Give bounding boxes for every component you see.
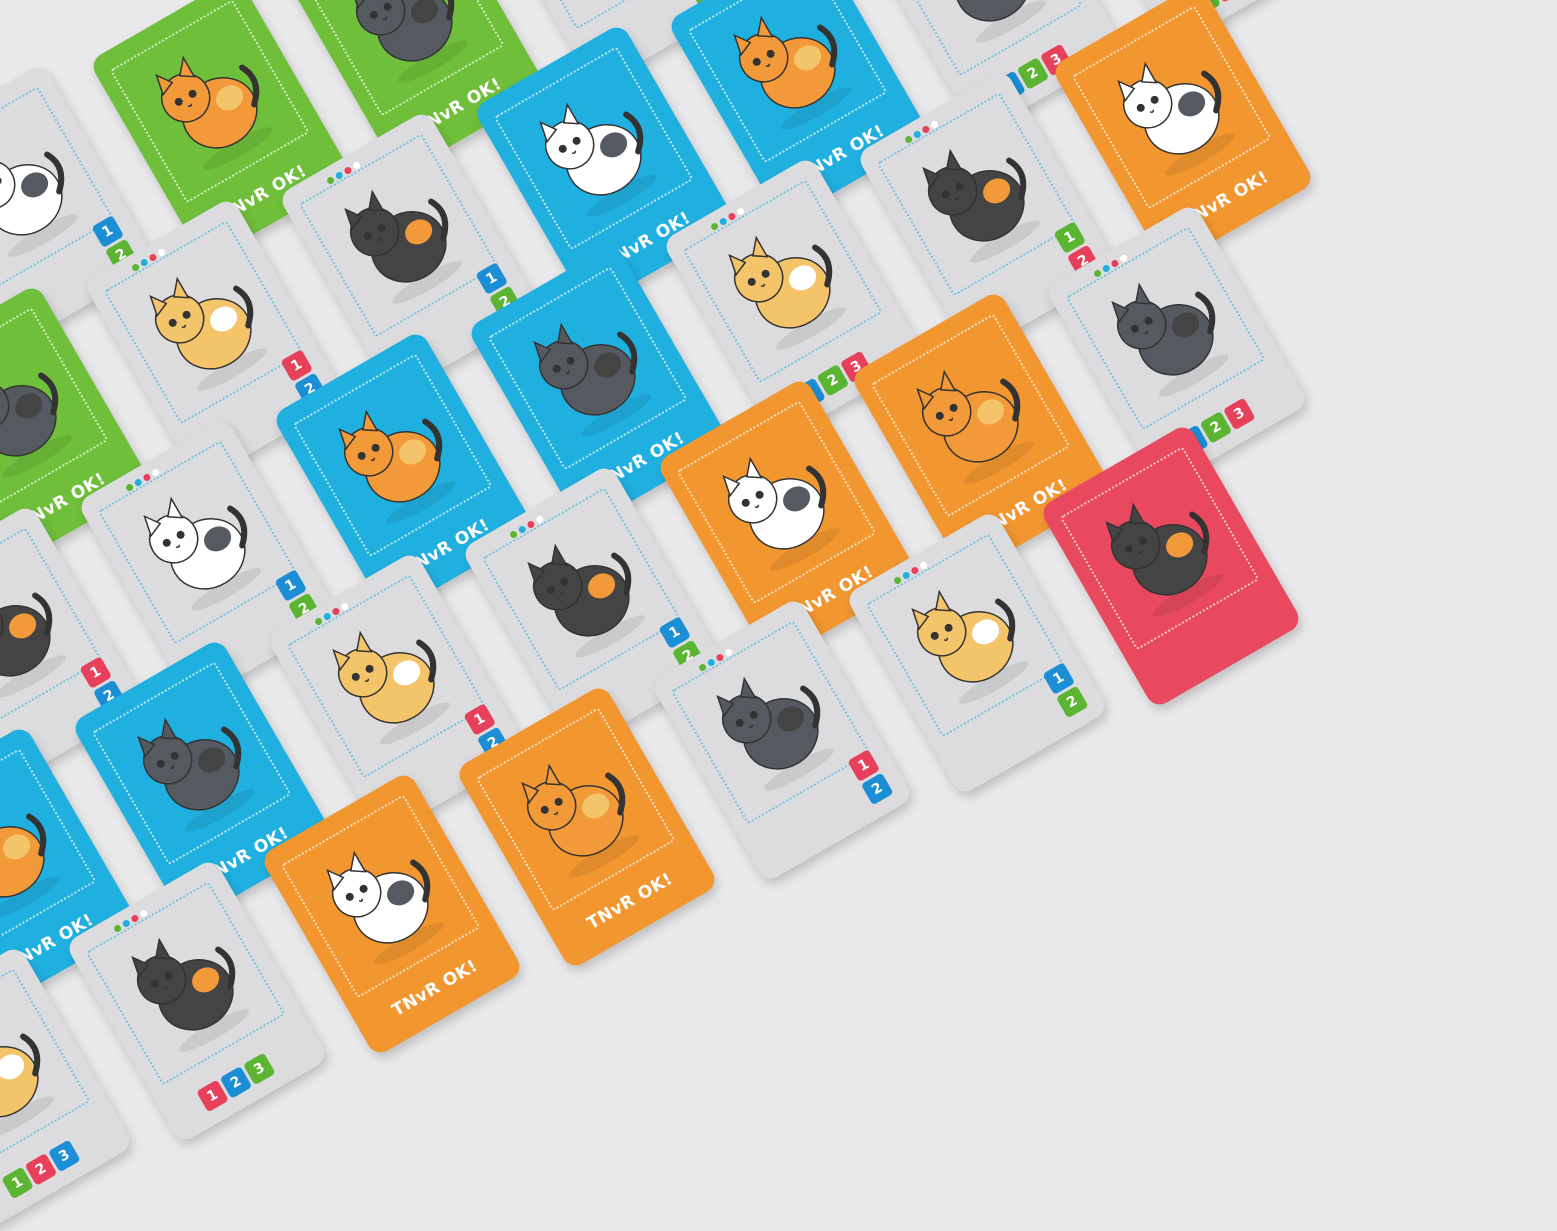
cat-illustration [109,678,278,851]
cat-illustration [706,0,875,148]
number-boxes: 123 [196,1052,276,1113]
card-grid: 12 TNvR OK! TNvR OK! 12 [0,0,1557,1231]
cat-illustration [298,811,467,984]
cat-illustration [511,63,680,236]
cat-illustration [310,370,479,543]
cat-illustration [127,16,296,189]
cat-illustration [1077,463,1246,636]
cat-illustration [1089,22,1258,195]
number-boxes: 12 [1041,662,1089,719]
number-boxes: 123 [1,1139,81,1200]
cat-illustration [493,724,662,897]
cat-illustration [505,283,674,456]
number-boxes: 12 [847,749,894,806]
cat-illustration [889,330,1058,503]
cat-illustration [694,417,863,590]
